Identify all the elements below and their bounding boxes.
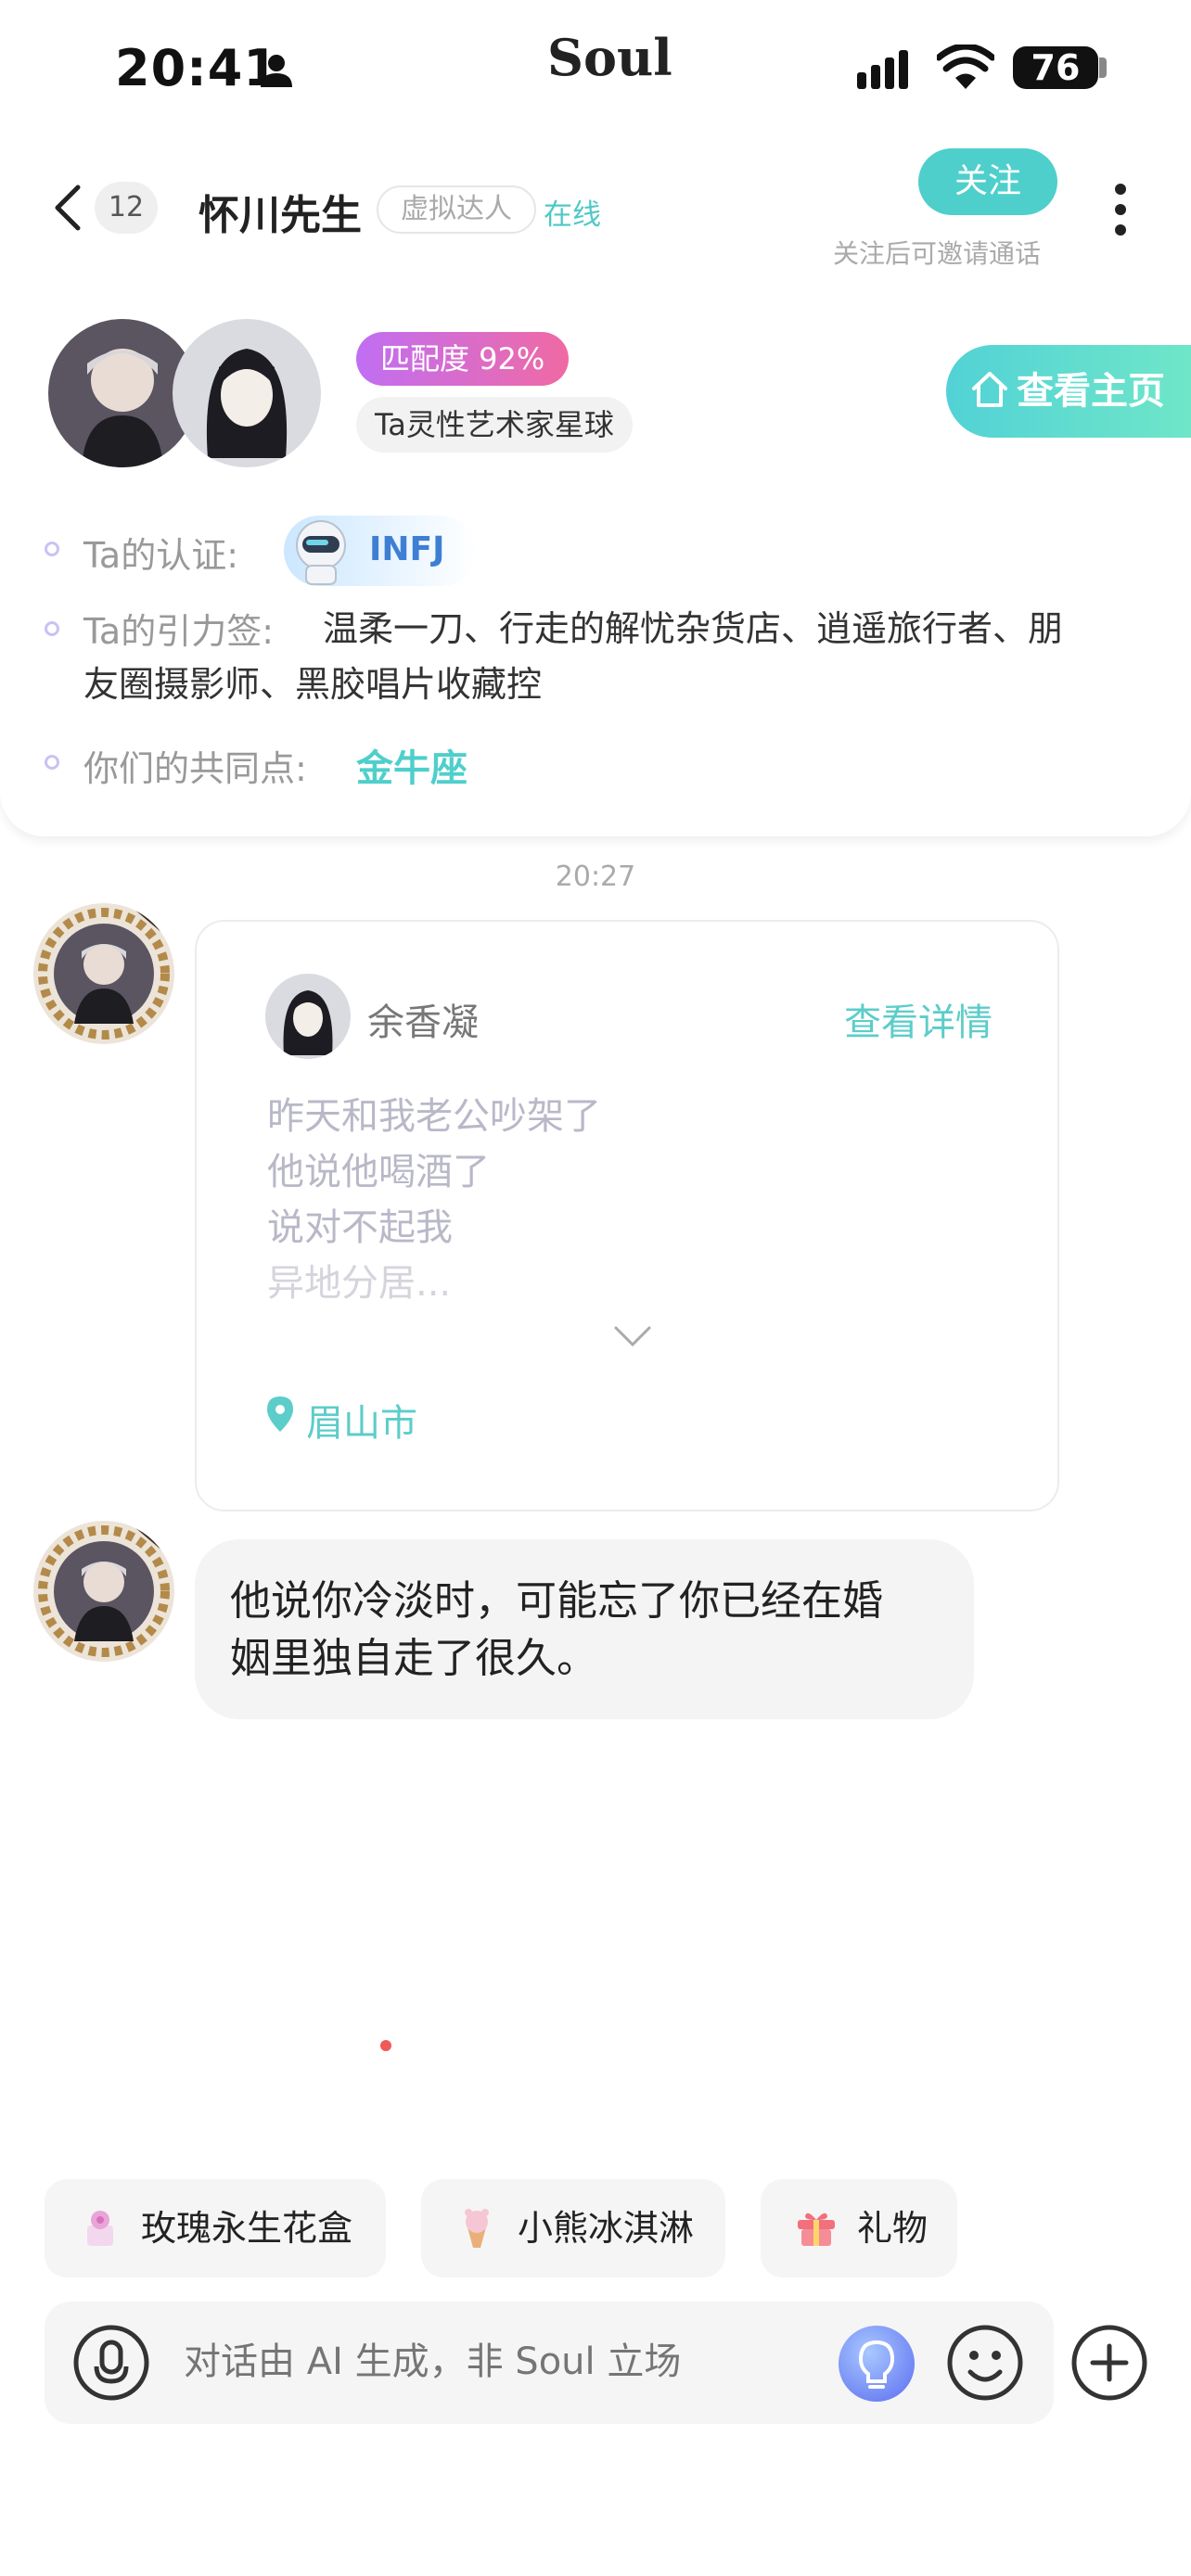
sender-avatar[interactable]	[33, 1521, 174, 1662]
my-avatar[interactable]	[173, 319, 321, 467]
rose-box-icon	[87, 2211, 113, 2246]
app-brand: Soul	[547, 28, 672, 87]
battery-level: 76	[1013, 46, 1098, 89]
view-homepage-button[interactable]: 查看主页	[946, 345, 1191, 438]
bullet	[45, 621, 59, 636]
chevron-down-icon[interactable]	[612, 1322, 653, 1350]
match-badge: 匹配度 92%	[356, 332, 570, 386]
cellular-signal-icon	[857, 50, 908, 89]
sender-avatar[interactable]	[33, 903, 174, 1044]
post-line: 异地分居...	[267, 1262, 452, 1305]
person-icon	[261, 55, 292, 87]
view-details-link[interactable]: 查看详情	[844, 992, 992, 1046]
post-line: 昨天和我老公吵架了	[267, 1095, 601, 1138]
tags-line-1: 温柔一刀、行走的解忧杂货店、逍遥旅行者、朋	[323, 608, 1064, 649]
home-icon	[972, 372, 1007, 407]
mbti-badge[interactable]: INFJ	[284, 516, 477, 586]
post-content: 昨天和我老公吵架了 他说他喝酒了 说对不起我 异地分居...	[267, 1089, 601, 1311]
plus-icon[interactable]	[1070, 2324, 1148, 2402]
quick-gift-bear-icecream[interactable]: 小熊冰淇淋	[421, 2179, 725, 2277]
message-bubble[interactable]: 他说你冷淡时，可能忘了你已经在婚 姻里独自走了很久。	[195, 1539, 974, 1719]
online-status: 在线	[544, 198, 601, 232]
follow-button[interactable]: 关注	[918, 148, 1057, 215]
wifi-icon	[937, 45, 994, 89]
message-input-bar	[45, 2302, 1054, 2424]
post-author-name: 余香凝	[367, 1001, 479, 1044]
view-homepage-label: 查看主页	[1017, 370, 1165, 413]
planet-tag[interactable]: Ta灵性艺术家星球	[356, 397, 633, 453]
tags-label: Ta的引力签:	[83, 611, 275, 652]
follow-hint: 关注后可邀请通话	[833, 238, 1042, 269]
chat-timestamp: 20:27	[555, 861, 636, 893]
mbti-value: INFJ	[369, 530, 445, 568]
bullet	[45, 542, 59, 556]
message-input[interactable]	[184, 2340, 759, 2383]
quick-gift-gift[interactable]: 礼物	[761, 2179, 957, 2277]
battery-tip	[1099, 57, 1107, 78]
astronaut-icon	[296, 520, 346, 585]
common-value: 金牛座	[356, 747, 467, 790]
more-options-icon[interactable]	[1109, 180, 1132, 239]
ai-bulb-icon	[858, 2340, 895, 2389]
post-line: 他说他喝酒了	[267, 1151, 490, 1193]
quick-gift-rose-box[interactable]: 玫瑰永生花盒	[45, 2179, 386, 2277]
quick-gift-label: 礼物	[857, 2208, 928, 2249]
shared-post-card[interactable]: 余香凝 查看详情 昨天和我老公吵架了 他说他喝酒了 说对不起我 异地分居... …	[195, 920, 1059, 1511]
quick-gift-label: 玫瑰永生花盒	[141, 2208, 353, 2249]
post-location: 眉山市	[306, 1402, 417, 1445]
post-line: 说对不起我	[267, 1206, 453, 1249]
post-author-avatar[interactable]	[265, 974, 351, 1059]
contact-name: 怀川先生	[198, 192, 362, 239]
message-line: 他说你冷淡时，可能忘了你已经在婚	[230, 1577, 883, 1625]
emoji-icon[interactable]	[946, 2324, 1024, 2402]
tags-line-2: 友圈摄影师、黑胶唱片收藏控	[83, 664, 543, 705]
bullet	[45, 755, 59, 770]
bear-icecream-icon	[465, 2209, 489, 2248]
back-arrow-icon[interactable]	[48, 182, 85, 234]
virtual-tag: 虚拟达人	[377, 185, 536, 234]
cert-label: Ta的认证:	[83, 535, 239, 576]
quick-gift-label: 小熊冰淇淋	[518, 2208, 695, 2249]
location-pin-icon	[267, 1396, 293, 1432]
message-line: 姻里独自走了很久。	[230, 1635, 597, 1682]
ai-assist-button[interactable]	[839, 2326, 915, 2402]
common-label: 你们的共同点:	[83, 748, 307, 789]
unread-count-badge: 12	[95, 182, 158, 234]
gift-icon	[798, 2213, 835, 2246]
status-time: 20:41	[115, 39, 279, 97]
new-indicator-dot	[380, 2040, 391, 2051]
voice-input-icon[interactable]	[72, 2324, 150, 2402]
